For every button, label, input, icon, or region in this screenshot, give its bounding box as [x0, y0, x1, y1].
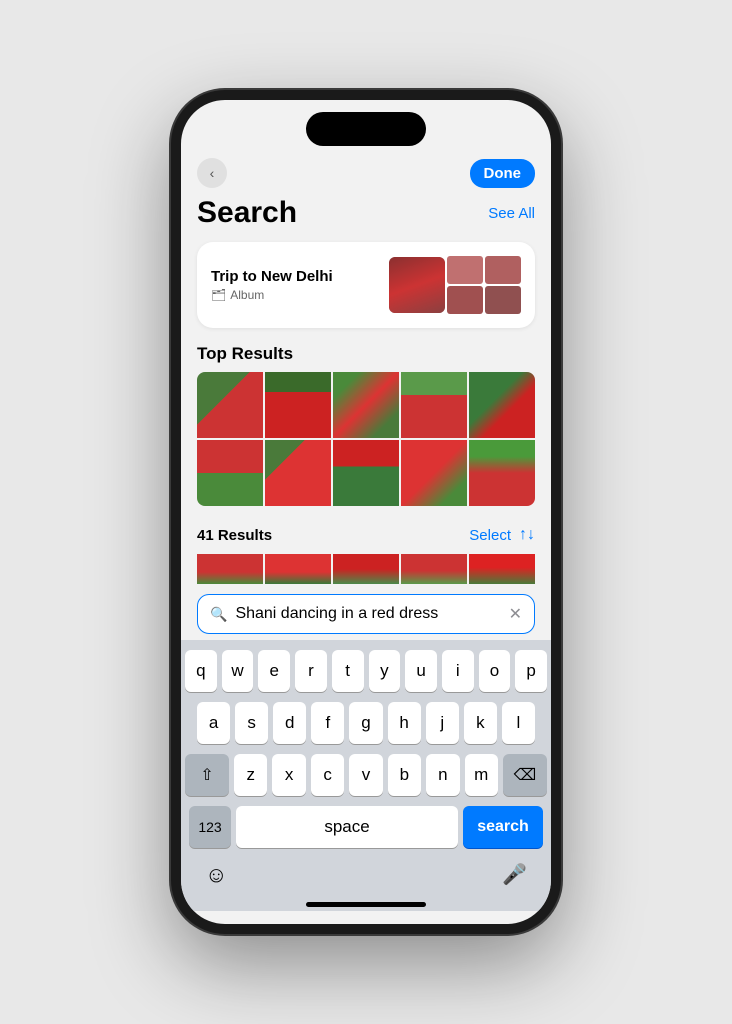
- key-o[interactable]: o: [479, 650, 511, 692]
- search-icon: 🔍: [210, 606, 227, 623]
- photo-cell-8[interactable]: [333, 440, 399, 506]
- album-grid-thumbs: [447, 256, 521, 314]
- key-q[interactable]: q: [185, 650, 217, 692]
- album-icon: 🗂: [211, 288, 226, 302]
- dynamic-island: [306, 112, 426, 146]
- photo-cell-3[interactable]: [333, 372, 399, 438]
- album-thumbnails: [389, 256, 521, 314]
- photo-cell-4[interactable]: [401, 372, 467, 438]
- key-r[interactable]: r: [295, 650, 327, 692]
- photo-grid-top: [197, 372, 535, 506]
- key-p[interactable]: p: [515, 650, 547, 692]
- phone-frame: ‹ Done Search See All Trip to New Delhi …: [171, 90, 561, 934]
- album-type: Album: [230, 288, 264, 302]
- page-content: Search See All Trip to New Delhi 🗂 Album: [181, 196, 551, 584]
- key-s[interactable]: s: [235, 702, 268, 744]
- key-n[interactable]: n: [426, 754, 459, 796]
- key-g[interactable]: g: [349, 702, 382, 744]
- photo-cell-9[interactable]: [401, 440, 467, 506]
- key-h[interactable]: h: [388, 702, 421, 744]
- sort-icon[interactable]: ↑↓: [519, 526, 535, 544]
- photo-cell-10[interactable]: [469, 440, 535, 506]
- shift-key[interactable]: ⇧: [185, 754, 229, 796]
- photo-cell-7[interactable]: [265, 440, 331, 506]
- key-c[interactable]: c: [311, 754, 344, 796]
- key-e[interactable]: e: [258, 650, 290, 692]
- back-icon: ‹: [210, 165, 215, 181]
- page-title: Search: [197, 196, 297, 230]
- keyboard: q w e r t y u i o p a s d f g h j k l ⇧ …: [181, 640, 551, 911]
- search-input-row[interactable]: 🔍 Shani dancing in a red dress ✕: [197, 594, 535, 634]
- search-key[interactable]: search: [463, 806, 543, 848]
- mic-key[interactable]: 🎤: [502, 862, 527, 888]
- keyboard-row-2: a s d f g h j k l: [185, 702, 547, 744]
- keyboard-bottom-row: 123 space search: [185, 806, 547, 856]
- done-button[interactable]: Done: [470, 159, 536, 188]
- partial-cell-3[interactable]: [333, 554, 399, 584]
- key-z[interactable]: z: [234, 754, 267, 796]
- nav-bar: ‹ Done: [181, 154, 551, 196]
- keyboard-row-1: q w e r t y u i o p: [185, 650, 547, 692]
- photo-cell-5[interactable]: [469, 372, 535, 438]
- partial-photo-row: [197, 554, 535, 584]
- results-actions: Select ↑↓: [469, 526, 535, 544]
- emoji-key[interactable]: ☺: [205, 862, 227, 888]
- key-j[interactable]: j: [426, 702, 459, 744]
- top-results-title: Top Results: [197, 344, 535, 364]
- key-m[interactable]: m: [465, 754, 498, 796]
- home-indicator: [306, 902, 426, 907]
- key-d[interactable]: d: [273, 702, 306, 744]
- partial-cell-5[interactable]: [469, 554, 535, 584]
- key-k[interactable]: k: [464, 702, 497, 744]
- key-v[interactable]: v: [349, 754, 382, 796]
- photo-cell-1[interactable]: [197, 372, 263, 438]
- title-row: Search See All: [197, 196, 535, 230]
- album-info: Trip to New Delhi 🗂 Album: [211, 268, 333, 302]
- select-button[interactable]: Select: [469, 527, 511, 544]
- key-u[interactable]: u: [405, 650, 437, 692]
- search-bar-area: 🔍 Shani dancing in a red dress ✕: [181, 584, 551, 640]
- emoji-row: ☺ 🎤: [185, 856, 547, 898]
- back-button[interactable]: ‹: [197, 158, 227, 188]
- key-f[interactable]: f: [311, 702, 344, 744]
- key-y[interactable]: y: [369, 650, 401, 692]
- partial-cell-1[interactable]: [197, 554, 263, 584]
- key-i[interactable]: i: [442, 650, 474, 692]
- partial-cell-4[interactable]: [401, 554, 467, 584]
- delete-key[interactable]: ⌫: [503, 754, 547, 796]
- results-bar: 41 Results Select ↑↓: [197, 518, 535, 554]
- key-t[interactable]: t: [332, 650, 364, 692]
- see-all-button[interactable]: See All: [488, 205, 535, 222]
- album-title: Trip to New Delhi: [211, 268, 333, 285]
- results-count: 41 Results: [197, 527, 272, 544]
- key-l[interactable]: l: [502, 702, 535, 744]
- search-input[interactable]: Shani dancing in a red dress: [235, 605, 500, 623]
- photo-cell-2[interactable]: [265, 372, 331, 438]
- space-key[interactable]: space: [236, 806, 458, 848]
- key-x[interactable]: x: [272, 754, 305, 796]
- partial-cell-2[interactable]: [265, 554, 331, 584]
- key-b[interactable]: b: [388, 754, 421, 796]
- album-card[interactable]: Trip to New Delhi 🗂 Album: [197, 242, 535, 328]
- key-w[interactable]: w: [222, 650, 254, 692]
- key-a[interactable]: a: [197, 702, 230, 744]
- album-subtitle: 🗂 Album: [211, 288, 333, 302]
- numbers-key[interactable]: 123: [189, 806, 231, 848]
- album-main-thumb: [389, 257, 445, 313]
- photo-cell-6[interactable]: [197, 440, 263, 506]
- clear-button[interactable]: ✕: [509, 604, 522, 624]
- keyboard-row-3: ⇧ z x c v b n m ⌫: [185, 754, 547, 796]
